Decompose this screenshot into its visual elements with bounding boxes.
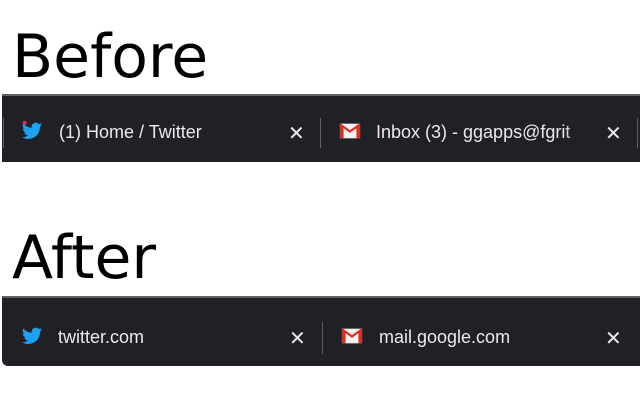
close-tab-icon[interactable]: ✕ bbox=[289, 326, 306, 351]
tab-title: twitter.com bbox=[58, 327, 145, 347]
gmail-icon bbox=[339, 123, 361, 139]
twitter-icon bbox=[21, 120, 43, 140]
tab-separator bbox=[3, 118, 4, 148]
close-tab-icon[interactable]: ✕ bbox=[605, 326, 622, 351]
before-tab-bar: (1) Home / Twitter ✕ Inbox (3) - ggapps@… bbox=[2, 94, 640, 162]
tab-separator bbox=[322, 322, 323, 354]
close-tab-icon[interactable]: ✕ bbox=[605, 121, 622, 146]
after-heading: After bbox=[12, 223, 157, 293]
tab-title: mail.google.com bbox=[379, 327, 511, 347]
gmail-icon bbox=[341, 328, 363, 344]
title-fade bbox=[565, 118, 585, 148]
after-tab-bar: twitter.com ✕ mail.google.com ✕ bbox=[2, 296, 640, 366]
tab-separator bbox=[637, 118, 638, 148]
tab-title: (1) Home / Twitter bbox=[59, 122, 202, 142]
tab-separator bbox=[320, 118, 321, 148]
tab-title: Inbox (3) - ggapps@fgrit bbox=[376, 122, 571, 142]
before-heading: Before bbox=[12, 22, 209, 92]
twitter-icon bbox=[21, 327, 43, 345]
close-tab-icon[interactable]: ✕ bbox=[288, 121, 305, 146]
